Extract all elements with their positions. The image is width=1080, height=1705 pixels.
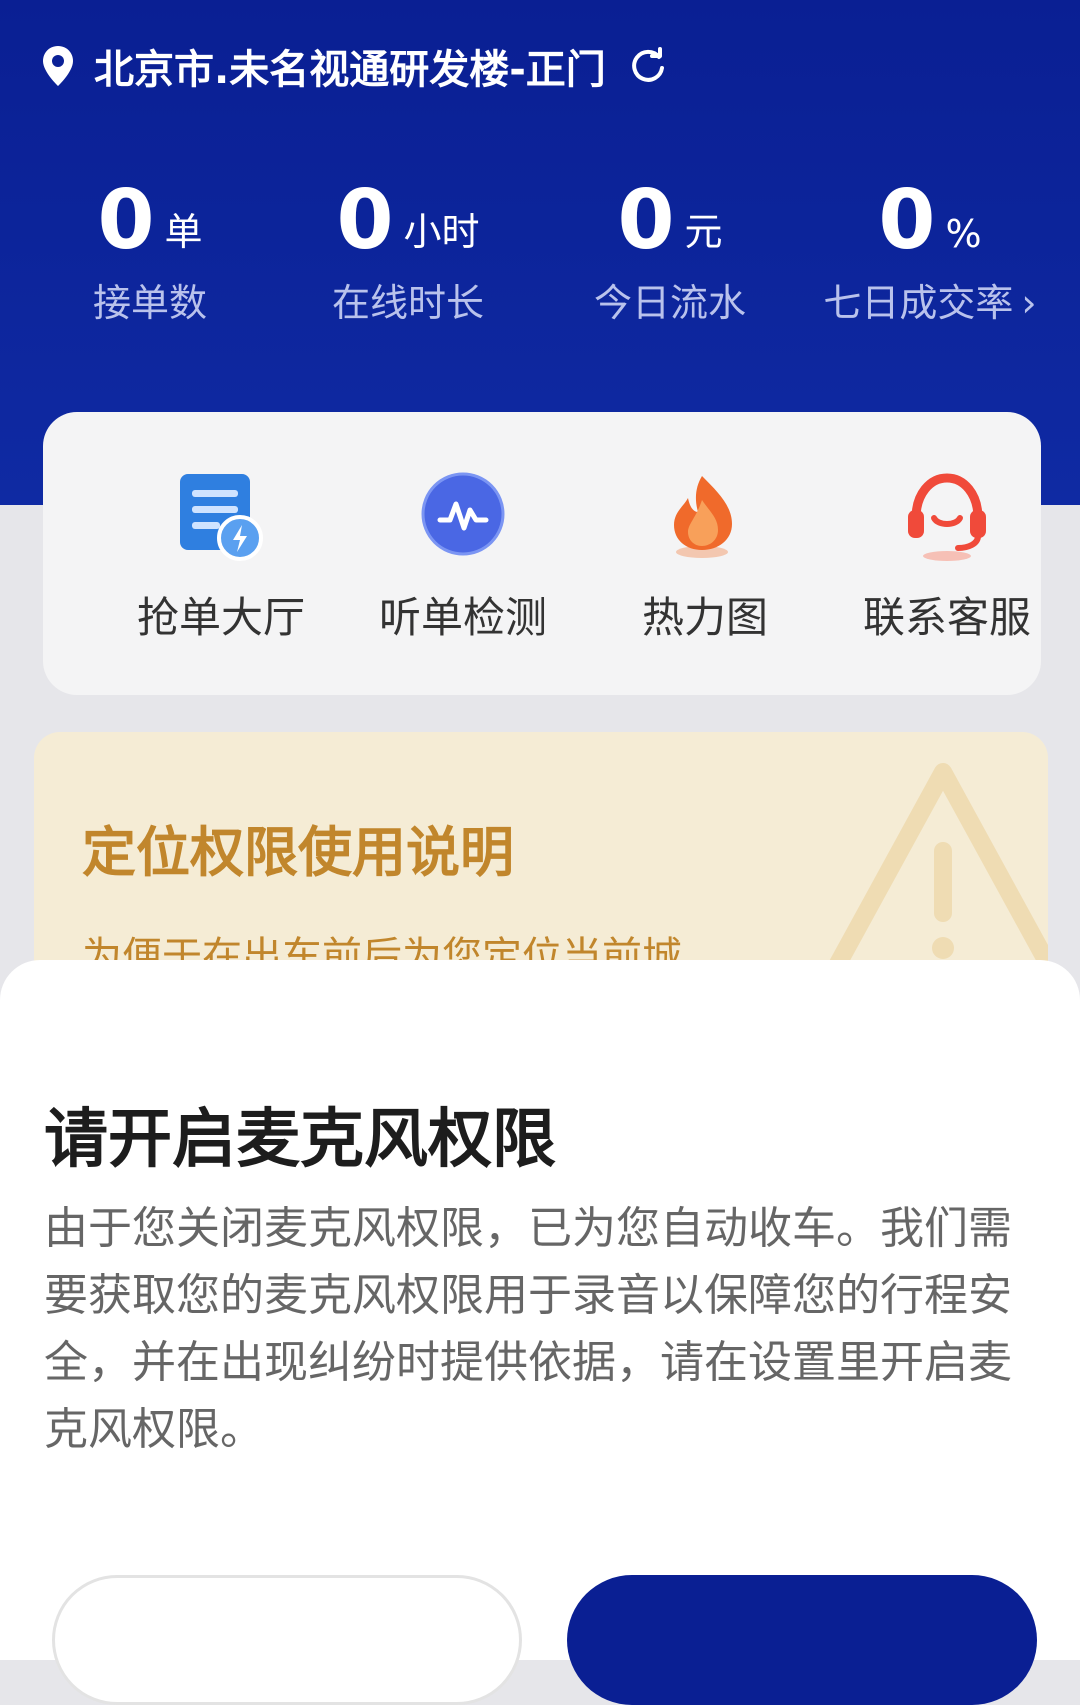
stat-value: 0 — [336, 173, 394, 268]
tool-label: 联系客服 — [862, 593, 1031, 642]
tool-customer-service[interactable]: 联系客服 — [827, 470, 1067, 645]
stat-seven-day-rate[interactable]: 0 % 七日成交率 › — [800, 172, 1060, 327]
stat-label: 接单数 — [92, 281, 207, 325]
order-hall-icon — [180, 474, 263, 561]
stat-unit: 小时 — [403, 210, 480, 254]
dialog-message: 由于您关闭麦克风权限，已为您自动收车。我们需要获取您的麦克风权限用于录音以保障您… — [44, 1203, 1012, 1455]
flame-icon — [674, 476, 732, 558]
stat-value: 0 — [878, 173, 936, 268]
location-bar[interactable]: 北京市.未名视通研发楼-正门 — [40, 36, 668, 96]
tool-order-hall[interactable]: 抢单大厅 — [101, 470, 341, 645]
waveform-icon — [421, 472, 505, 556]
stat-value: 0 — [97, 173, 155, 268]
stat-value: 0 — [617, 173, 675, 268]
notice-title: 定位权限使用说明 — [82, 821, 514, 884]
stats-row: 0 单 接单数 0 小时 在线时长 0 元 今日流水 0 % 七日成交率 › — [0, 172, 1080, 332]
go-to-settings-button[interactable] — [567, 1575, 1037, 1705]
location-text: 北京市.未名视通研发楼-正门 — [94, 47, 606, 93]
stat-unit: 元 — [684, 210, 723, 254]
chevron-right-icon: › — [1021, 281, 1037, 325]
stat-label: 今日流水 — [593, 281, 746, 325]
tool-heatmap[interactable]: 热力图 — [585, 470, 825, 645]
stat-label: 在线时长 — [331, 281, 484, 325]
tool-label: 热力图 — [641, 593, 768, 642]
cancel-button[interactable] — [52, 1575, 522, 1705]
stat-online-hours: 0 小时 在线时长 — [278, 172, 538, 327]
headset-icon — [908, 473, 986, 561]
tool-label: 听单检测 — [378, 593, 547, 642]
stat-unit: 单 — [164, 210, 203, 254]
stat-daily-revenue: 0 元 今日流水 — [540, 172, 800, 327]
refresh-icon[interactable] — [628, 46, 668, 86]
tool-label: 抢单大厅 — [136, 593, 305, 642]
tools-card: 抢单大厅 听单检测 热力图 联系客服 — [43, 412, 1041, 695]
dialog-title: 请开启麦克风权限 — [44, 1103, 556, 1177]
location-pin-icon — [43, 46, 73, 86]
stat-label: 七日成交率 — [823, 281, 1014, 325]
tool-listening-check[interactable]: 听单检测 — [343, 470, 583, 645]
stat-orders: 0 单 接单数 — [20, 172, 280, 327]
microphone-permission-dialog: 请开启麦克风权限 由于您关闭麦克风权限，已为您自动收车。我们需要获取您的麦克风权… — [0, 960, 1080, 1705]
stat-unit: % — [945, 212, 982, 256]
stat-label-row: 七日成交率 › — [800, 272, 1060, 327]
